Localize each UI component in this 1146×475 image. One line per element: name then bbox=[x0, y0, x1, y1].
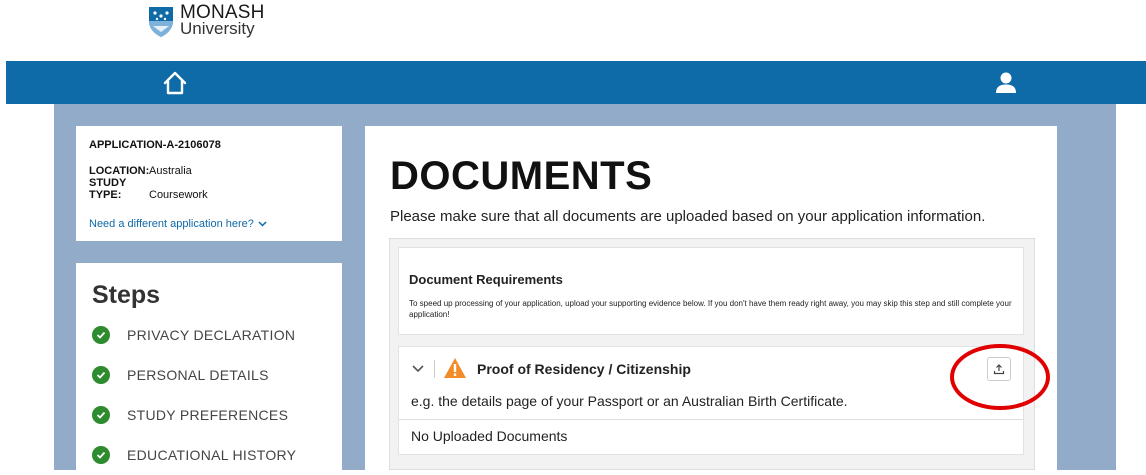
divider bbox=[399, 419, 1023, 420]
annotation-circle bbox=[950, 344, 1050, 410]
study-type-label: STUDY TYPE: bbox=[89, 177, 127, 201]
brand-name-line2: University bbox=[180, 19, 255, 38]
application-card: APPLICATION-A-2106078 LOCATION:Australia… bbox=[76, 126, 342, 241]
step-label: STUDY PREFERENCES bbox=[127, 407, 289, 423]
chevron-down-icon[interactable] bbox=[411, 361, 425, 375]
proof-title: Proof of Residency / Citizenship bbox=[477, 361, 691, 377]
user-icon bbox=[996, 72, 1016, 93]
uploaded-status: No Uploaded Documents bbox=[411, 428, 568, 444]
page-subtitle: Please make sure that all documents are … bbox=[390, 208, 986, 225]
monash-logo[interactable]: MONASH University bbox=[146, 3, 265, 38]
monash-crest-icon bbox=[149, 7, 173, 37]
different-application-link[interactable]: Need a different application here? bbox=[89, 218, 329, 230]
logo-bar: MONASH University bbox=[0, 0, 1146, 61]
proof-description: e.g. the details page of your Passport o… bbox=[411, 393, 848, 409]
step-personal-details[interactable]: PERSONAL DETAILS bbox=[92, 355, 326, 395]
location-value: Australia bbox=[149, 165, 192, 177]
requirements-text: To speed up processing of your applicati… bbox=[409, 299, 1012, 319]
top-navbar bbox=[6, 61, 1146, 104]
user-account-button[interactable] bbox=[993, 70, 1019, 96]
steps-card: Steps PRIVACY DECLARATION PERSONAL DETAI… bbox=[76, 263, 342, 470]
home-button[interactable] bbox=[162, 70, 188, 96]
different-application-label: Need a different application here? bbox=[89, 218, 254, 230]
check-icon bbox=[92, 446, 110, 464]
check-icon bbox=[92, 326, 110, 344]
check-icon bbox=[92, 366, 110, 384]
proof-of-residency-card: Proof of Residency / Citizenship e.g. th… bbox=[398, 346, 1024, 455]
requirements-container: Document Requirements To speed up proces… bbox=[389, 238, 1035, 470]
warning-icon bbox=[444, 358, 466, 378]
home-icon bbox=[163, 71, 187, 95]
step-label: EDUCATIONAL HISTORY bbox=[127, 447, 297, 463]
step-educational-history[interactable]: EDUCATIONAL HISTORY bbox=[92, 435, 326, 475]
location-label: LOCATION: bbox=[89, 165, 150, 177]
documents-panel: DOCUMENTS Please make sure that all docu… bbox=[365, 126, 1057, 470]
step-study-preferences[interactable]: STUDY PREFERENCES bbox=[92, 395, 326, 435]
steps-title: Steps bbox=[92, 281, 161, 309]
requirements-title: Document Requirements bbox=[409, 272, 563, 287]
chevron-down-icon bbox=[258, 221, 267, 227]
steps-list: PRIVACY DECLARATION PERSONAL DETAILS STU… bbox=[92, 315, 326, 475]
check-icon bbox=[92, 406, 110, 424]
step-label: PERSONAL DETAILS bbox=[127, 367, 269, 383]
page-title: DOCUMENTS bbox=[390, 154, 653, 198]
divider bbox=[434, 360, 435, 378]
application-id: APPLICATION-A-2106078 bbox=[89, 139, 221, 151]
requirements-card: Document Requirements To speed up proces… bbox=[398, 247, 1024, 335]
step-label: PRIVACY DECLARATION bbox=[127, 327, 296, 343]
proof-header: Proof of Residency / Citizenship bbox=[399, 347, 1023, 392]
step-privacy-declaration[interactable]: PRIVACY DECLARATION bbox=[92, 315, 326, 355]
study-type-value: Coursework bbox=[149, 189, 208, 201]
